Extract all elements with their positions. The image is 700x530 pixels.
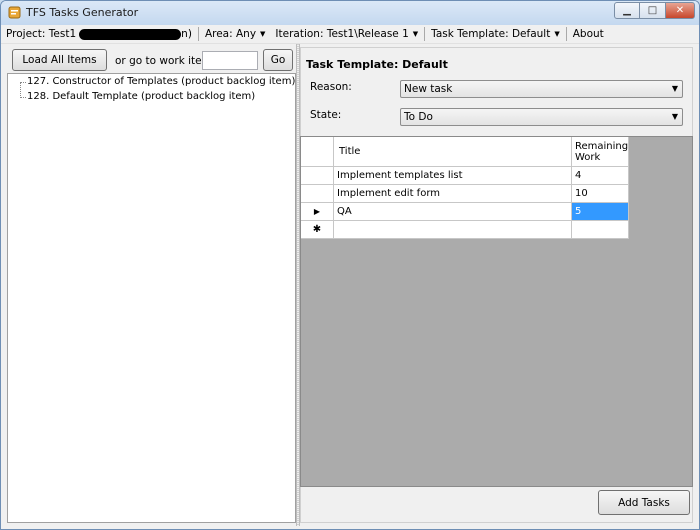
column-header-line: Work: [575, 151, 601, 163]
menu-separator: [197, 27, 199, 41]
work-item-toolbar: Load All Items or go to work item Go: [7, 47, 295, 75]
caret-down-icon: ▼: [412, 30, 419, 38]
current-row-indicator-icon[interactable]: ▶: [301, 203, 334, 221]
work-item-id-input[interactable]: [202, 51, 258, 70]
window-title: TFS Tasks Generator: [26, 6, 139, 19]
new-row-title-cell[interactable]: [334, 221, 572, 239]
new-row-icon[interactable]: ✱: [301, 221, 334, 239]
minimize-button[interactable]: ▁: [614, 2, 640, 19]
maximize-button[interactable]: □: [640, 2, 665, 19]
cell-title[interactable]: Implement edit form: [334, 185, 572, 203]
app-icon: [8, 6, 21, 19]
column-header-title[interactable]: Title: [334, 137, 572, 167]
new-row-remaining-cell[interactable]: [572, 221, 629, 239]
tree-connector: [20, 82, 21, 98]
work-item-tree[interactable]: 127. Constructor of Templates (product b…: [7, 73, 296, 523]
cell-title[interactable]: QA: [334, 203, 572, 221]
caret-down-icon: ▼: [554, 30, 560, 38]
menu-project-suffix: n): [181, 28, 192, 40]
cell-remaining-work[interactable]: 10: [572, 185, 629, 203]
menu-iteration[interactable]: Iteration: Test1\Release 1 ▼: [270, 28, 423, 40]
menu-separator: [565, 27, 567, 41]
go-button[interactable]: Go: [263, 49, 293, 71]
load-all-items-button[interactable]: Load All Items: [12, 49, 107, 71]
task-template-panel: Task Template: Default Reason: New task …: [300, 47, 693, 523]
maximize-icon: □: [647, 5, 658, 16]
redaction-mark: [79, 28, 182, 40]
menu-project[interactable]: Project: Test1 n): [1, 28, 197, 40]
menu-iteration-label: Iteration: Test1\Release 1: [275, 28, 409, 40]
state-label: State:: [310, 109, 342, 121]
app-window: TFS Tasks Generator ▁ □ ✕ Project: Test1…: [0, 0, 700, 530]
menu-about[interactable]: About: [568, 28, 609, 40]
reason-value: New task: [404, 83, 453, 95]
close-icon: ✕: [675, 5, 685, 16]
dropdown-arrow-icon: ▼: [671, 112, 678, 121]
row-header[interactable]: [301, 167, 334, 185]
menu-bar: Project: Test1 n) Area: Any ▼ Iteration:…: [1, 25, 699, 44]
reason-label: Reason:: [310, 81, 352, 93]
column-header-remaining-work[interactable]: Remaining Work: [572, 137, 629, 167]
minimize-icon: ▁: [623, 5, 631, 16]
menu-area[interactable]: Area: Any ▼: [200, 28, 270, 40]
tasks-grid[interactable]: Title Remaining Work Implement templates…: [300, 136, 693, 487]
goto-work-item-label: or go to work item: [115, 55, 212, 67]
reason-select[interactable]: New task ▼: [400, 80, 683, 98]
close-button[interactable]: ✕: [665, 2, 695, 19]
state-value: To Do: [404, 111, 433, 123]
tree-item[interactable]: 127. Constructor of Templates (product b…: [27, 76, 295, 87]
cell-remaining-work-selected[interactable]: 5: [572, 203, 629, 221]
menu-separator: [424, 27, 426, 41]
tree-item[interactable]: 128. Default Template (product backlog i…: [27, 91, 255, 102]
cell-remaining-work[interactable]: 4: [572, 167, 629, 185]
column-header-line: Remaining: [575, 140, 629, 152]
caret-down-icon: ▼: [260, 30, 266, 38]
tree-connector: [20, 97, 26, 98]
menu-task-template-label: Task Template: Default: [431, 28, 551, 40]
tree-connector: [20, 82, 26, 83]
cell-title[interactable]: Implement templates list: [334, 167, 572, 185]
template-title: Task Template: Default: [306, 58, 448, 71]
menu-area-label: Area: Any: [204, 28, 257, 40]
menu-task-template[interactable]: Task Template: Default ▼: [426, 28, 565, 40]
menu-project-label: Project: Test1: [6, 28, 77, 40]
add-tasks-button[interactable]: Add Tasks: [598, 490, 690, 515]
grid-corner-header[interactable]: [301, 137, 334, 167]
state-select[interactable]: To Do ▼: [400, 108, 683, 126]
title-bar[interactable]: TFS Tasks Generator ▁ □ ✕: [1, 1, 699, 25]
dropdown-arrow-icon: ▼: [671, 84, 678, 93]
row-header[interactable]: [301, 185, 334, 203]
